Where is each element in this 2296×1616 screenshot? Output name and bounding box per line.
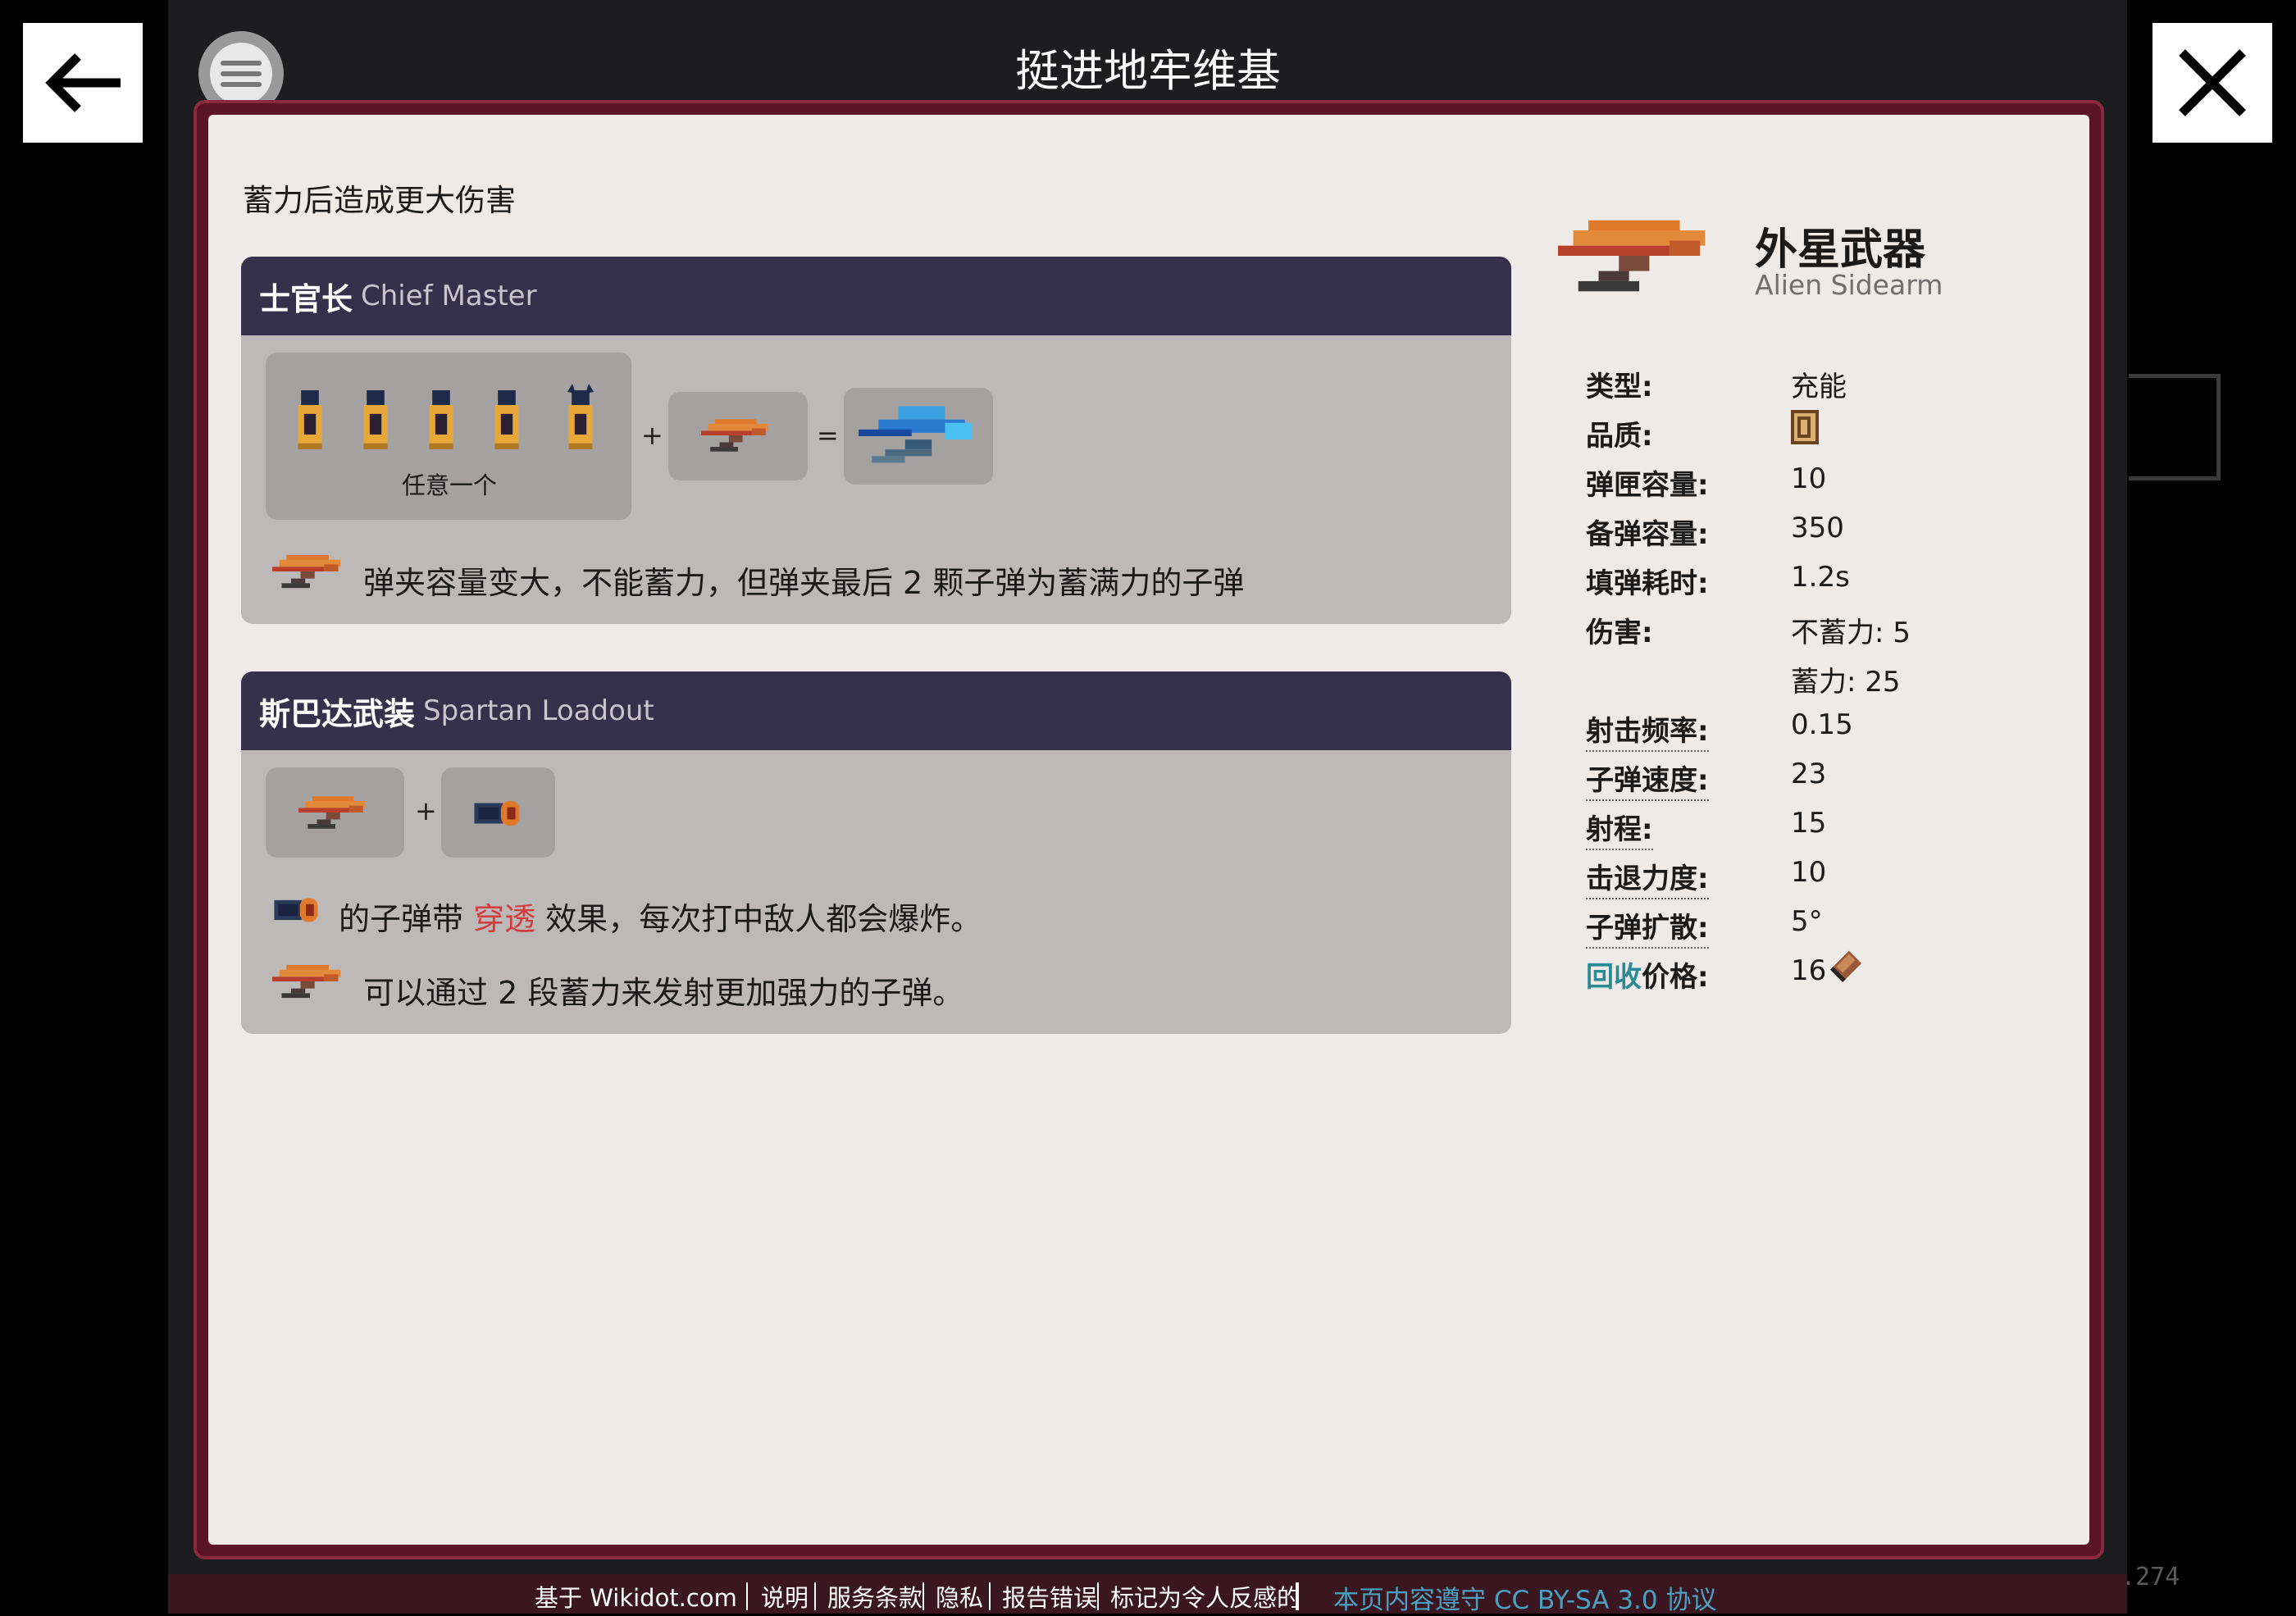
plus-sign: + — [641, 420, 663, 451]
stat-value-magazine: 10 — [1791, 462, 1827, 495]
synergy-effect-1: 的子弹带 穿透 效果，每次打中敌人都会爆炸。 — [339, 899, 982, 940]
synergy-effect-2: 可以通过 2 段蓄力来发射更加强力的子弹。 — [363, 975, 964, 1011]
plus-sign: + — [415, 795, 437, 826]
item-name-zh: 外星武器 — [1755, 225, 1926, 275]
recycle-link[interactable]: 回收 — [1586, 961, 1642, 994]
stat-key-magazine: 弹匣容量: — [1586, 469, 1709, 502]
quality-d-icon — [1791, 410, 1819, 444]
magazine-slot[interactable] — [441, 767, 555, 858]
shell-2-icon — [361, 390, 390, 449]
footer-divider — [746, 1582, 748, 1610]
any-one-label: 任意一个 — [402, 471, 498, 499]
stat-key-range[interactable]: 射程: — [1586, 807, 1653, 850]
stat-key-fire-rate[interactable]: 射击频率: — [1586, 708, 1709, 752]
stat-value-reload: 1.2s — [1791, 561, 1850, 594]
alien-sidearm-icon — [298, 794, 372, 831]
footer-divider — [989, 1582, 991, 1610]
background-close-outline — [2129, 374, 2221, 480]
horned-shell-icon — [567, 384, 594, 449]
stat-key-damage: 伤害: — [1586, 617, 1653, 649]
magazine-icon — [272, 894, 320, 926]
item-description: 蓄力后造成更大伤害 — [243, 183, 516, 218]
alien-sidearm-icon — [272, 961, 348, 1002]
stat-value-fire-rate: 0.15 — [1791, 708, 1853, 741]
stat-value-range: 15 — [1791, 807, 1827, 840]
synergy-name-en: Chief Master — [361, 280, 537, 312]
result-weapon-slot[interactable] — [844, 388, 993, 485]
page-title: 挺进地牢维基 — [1015, 45, 1281, 97]
alien-sidearm-slot[interactable] — [668, 392, 808, 480]
magazine-icon — [472, 797, 522, 830]
stat-key-knockback[interactable]: 击退力度: — [1586, 856, 1709, 899]
background-number: .274 — [2121, 1563, 2180, 1591]
alien-sidearm-icon — [272, 551, 348, 592]
footer-link-flag[interactable]: 标记为令人反感的 — [1110, 1579, 1301, 1614]
stat-key-ammo: 备弹容量: — [1586, 518, 1709, 551]
shell-4-icon — [492, 390, 522, 449]
stat-value-price: 16 — [1791, 954, 1827, 987]
footer-license-link[interactable]: 本页内容遵守 CC BY-SA 3.0 协议 — [1333, 1579, 1716, 1616]
footer-divider — [922, 1582, 924, 1610]
shell-casing-currency-icon — [1829, 950, 1862, 982]
blue-gun-icon — [859, 399, 978, 473]
stat-key-quality: 品质: — [1586, 420, 1653, 453]
stat-key-type: 类型: — [1586, 371, 1653, 403]
stat-value-spread: 5° — [1791, 905, 1823, 938]
pierce-link[interactable]: 穿透 — [473, 901, 535, 937]
footer-link-report-bug[interactable]: 报告错误 — [1002, 1579, 1097, 1614]
stat-key-price: 回收价格: — [1586, 954, 1709, 995]
item-name-en: Alien Sidearm — [1755, 269, 1943, 301]
stat-value-damage-uncharged: 不蓄力: 5 — [1791, 617, 1911, 649]
stat-value-knockback: 10 — [1791, 856, 1827, 889]
footer-divider — [1097, 1582, 1099, 1610]
synergy-name-zh: 斯巴达武装 — [259, 695, 416, 732]
shell-3-icon — [426, 390, 456, 449]
effect-text: 效果，每次打中敌人都会爆炸。 — [545, 901, 982, 937]
synergy-effect: 弹夹容量变大，不能蓄力，但弹夹最后 2 颗子弹为蓄满力的子弹 — [363, 565, 1245, 601]
footer-link-terms[interactable]: 服务条款 — [827, 1579, 922, 1614]
equals-sign: = — [817, 420, 839, 451]
stat-key-spread[interactable]: 子弹扩散: — [1586, 905, 1709, 949]
footer-link-help[interactable]: 说明 — [761, 1579, 809, 1614]
stat-value-type: 充能 — [1791, 371, 1847, 403]
shell-1-icon — [295, 390, 325, 449]
stat-value-damage-charged: 蓄力: 25 — [1791, 666, 1901, 699]
footer-link-privacy[interactable]: 隐私 — [936, 1579, 983, 1614]
footer-divider — [1296, 1582, 1299, 1610]
stat-key-reload: 填弹耗时: — [1586, 567, 1709, 600]
alien-sidearm-slot[interactable] — [266, 767, 404, 858]
alien-sidearm-icon — [701, 417, 775, 454]
synergy-name-zh: 士官长 — [259, 280, 353, 317]
footer-divider — [814, 1582, 816, 1610]
alien-sidearm-icon — [1558, 208, 1720, 303]
synergy-name-en: Spartan Loadout — [423, 694, 654, 727]
stat-value-shot-speed: 23 — [1791, 758, 1827, 790]
effect-text: 的子弹带 — [339, 901, 464, 937]
stat-key-shot-speed[interactable]: 子弹速度: — [1586, 758, 1709, 801]
price-label: 价格: — [1642, 961, 1709, 994]
stat-value-ammo: 350 — [1791, 512, 1844, 544]
synergy-header: 士官长 Chief Master — [241, 257, 1511, 335]
synergy-header: 斯巴达武装 Spartan Loadout — [241, 671, 1511, 750]
footer-based-on-link[interactable]: 基于 Wikidot.com — [535, 1579, 737, 1614]
